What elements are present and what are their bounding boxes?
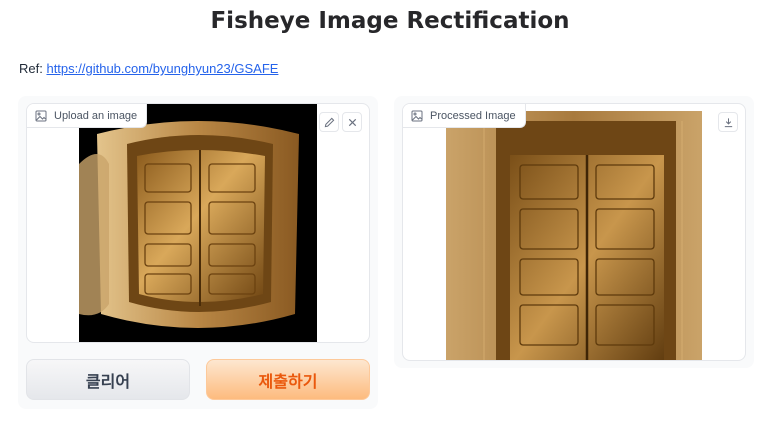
- download-icon: [724, 117, 732, 127]
- reference-line: Ref: https://github.com/byunghyun23/GSAF…: [19, 61, 278, 76]
- edit-icon: [324, 117, 334, 127]
- edit-button[interactable]: [319, 112, 339, 132]
- processed-image-label-text: Processed Image: [430, 109, 516, 122]
- image-icon: [35, 110, 47, 121]
- submit-button[interactable]: 제출하기: [206, 359, 370, 400]
- close-icon: [348, 118, 356, 126]
- ref-link[interactable]: https://github.com/byunghyun23/GSAFE: [46, 61, 278, 76]
- image-icon: [411, 110, 423, 121]
- output-column: Processed Image: [394, 96, 754, 368]
- page-title: Fisheye Image Rectification: [210, 8, 570, 34]
- processed-rectified-image: [446, 111, 702, 360]
- processed-image-label: Processed Image: [403, 104, 526, 128]
- clear-image-button[interactable]: [342, 112, 362, 132]
- input-column: Upload an image 클리어 제출하기: [18, 96, 378, 409]
- uploaded-fisheye-image: [79, 104, 317, 342]
- upload-image-label: Upload an image: [27, 104, 148, 128]
- upload-image-panel[interactable]: Upload an image: [26, 103, 370, 343]
- ref-label: Ref:: [19, 61, 47, 76]
- upload-image-label-text: Upload an image: [54, 109, 138, 122]
- clear-button[interactable]: 클리어: [26, 359, 190, 400]
- download-button[interactable]: [718, 112, 738, 132]
- processed-image-panel: Processed Image: [402, 103, 746, 361]
